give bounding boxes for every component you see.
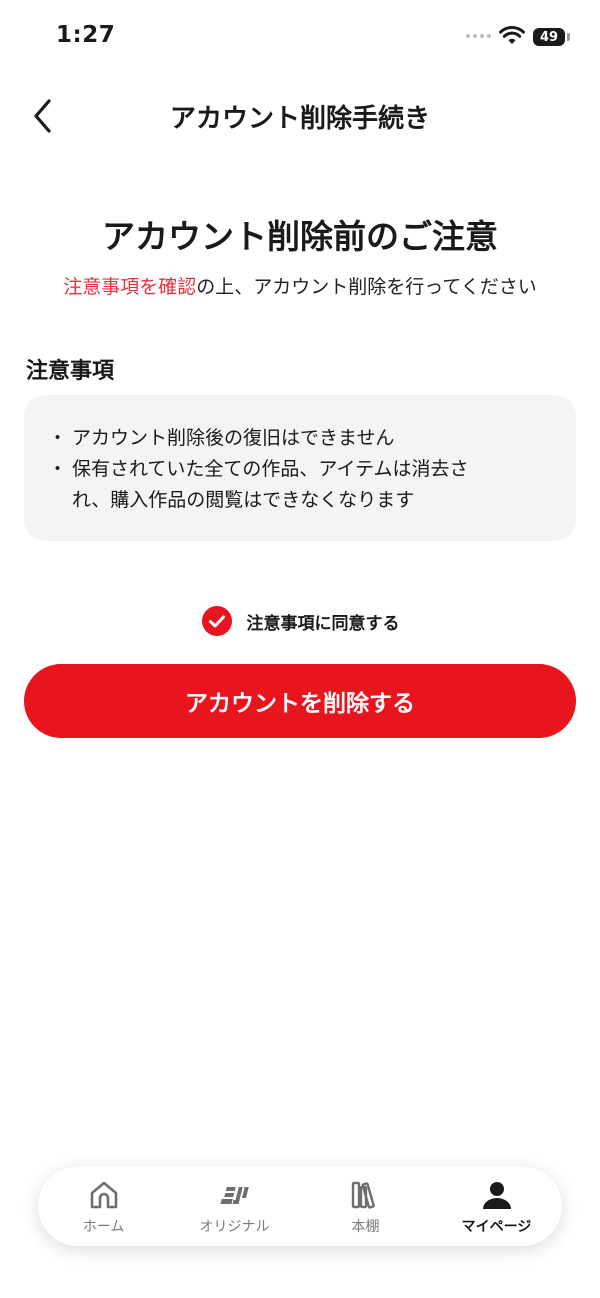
tab-label: ホーム bbox=[82, 1219, 125, 1235]
agree-label: 注意事項に同意する bbox=[246, 613, 400, 634]
note-line: れ、購入作品の閲覧はできなくなります bbox=[72, 489, 415, 511]
agree-checkbox[interactable]: 注意事項に同意する bbox=[0, 605, 600, 637]
warning-subline: 注意事項を確認の上、アカウント削除を行ってください bbox=[0, 272, 600, 299]
battery-level: 49 bbox=[539, 29, 559, 45]
notes-section-label: 注意事項 bbox=[26, 359, 115, 384]
checkmark-circle-icon[interactable] bbox=[201, 605, 233, 637]
person-icon bbox=[482, 1182, 511, 1209]
home-icon bbox=[90, 1181, 117, 1209]
battery-icon: 49 bbox=[533, 28, 565, 46]
note-line: 保有されていた全ての作品、アイテムは消去さ bbox=[72, 458, 469, 480]
page-title: アカウント削除手続き bbox=[169, 104, 430, 134]
note-item: アカウント削除後の復旧はできません bbox=[48, 423, 546, 454]
tab-label: オリジナル bbox=[199, 1219, 270, 1235]
notes-card: アカウント削除後の復旧はできません 保有されていた全ての作品、アイテムは消去され… bbox=[24, 395, 576, 541]
tab-original[interactable]: オリジナル bbox=[169, 1166, 300, 1246]
nav-header: アカウント削除手続き bbox=[0, 86, 600, 146]
note-item: 保有されていた全ての作品、アイテムは消去され、購入作品の閲覧はできなくなります bbox=[48, 454, 546, 516]
tab-mypage[interactable]: マイページ bbox=[431, 1166, 562, 1246]
wifi-icon bbox=[499, 26, 525, 44]
warning-heading: アカウント削除前のご注意 bbox=[102, 217, 498, 256]
battery-cap bbox=[567, 33, 570, 41]
bookshelf-icon bbox=[351, 1181, 375, 1209]
tab-bookshelf[interactable]: 本棚 bbox=[300, 1166, 431, 1246]
tab-bar: ホーム オリジナル 本棚 マイページ bbox=[38, 1166, 562, 1246]
status-time: 1:27 bbox=[56, 22, 116, 48]
subline-rest: の上、アカウント削除を行ってください bbox=[196, 276, 537, 298]
signal-icon bbox=[466, 34, 491, 38]
delete-account-button[interactable]: アカウントを削除する bbox=[24, 664, 576, 738]
tab-label: 本棚 bbox=[351, 1219, 380, 1235]
original-logo-icon bbox=[220, 1187, 249, 1204]
tab-label: マイページ bbox=[461, 1219, 532, 1235]
subline-accent: 注意事項を確認 bbox=[63, 276, 197, 298]
tab-home[interactable]: ホーム bbox=[38, 1166, 169, 1246]
status-bar: 1:27 49 bbox=[0, 0, 600, 76]
